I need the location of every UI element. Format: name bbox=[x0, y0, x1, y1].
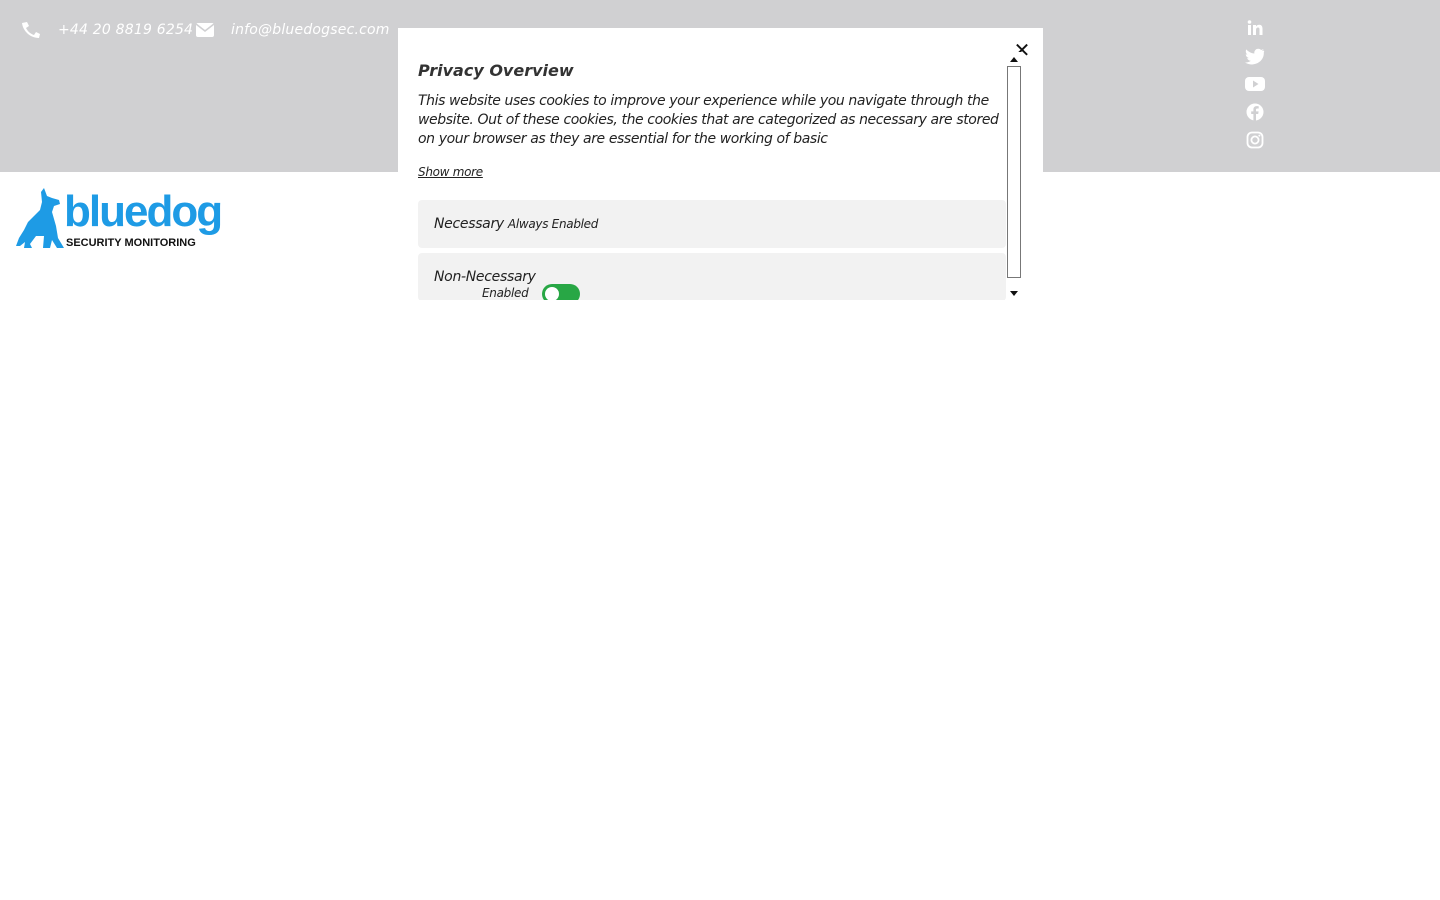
toggle-knob bbox=[545, 287, 559, 300]
dog-icon bbox=[16, 188, 64, 248]
privacy-overview-modal: ✕ Privacy Overview This website uses coo… bbox=[398, 28, 1043, 300]
non-necessary-toggle[interactable] bbox=[542, 284, 580, 300]
phone-icon bbox=[20, 21, 42, 39]
modal-scrollbar[interactable] bbox=[1006, 52, 1022, 300]
cookie-section-necessary[interactable]: Necessary Always Enabled bbox=[418, 200, 1006, 248]
contact-email[interactable]: info@bluedogsec.com bbox=[195, 20, 390, 40]
linkedin-icon[interactable] bbox=[1244, 17, 1266, 39]
scrollbar-thumb[interactable] bbox=[1007, 66, 1021, 278]
twitter-icon[interactable] bbox=[1244, 45, 1266, 67]
youtube-icon[interactable] bbox=[1244, 73, 1266, 95]
logo-tagline: SECURITY MONITORING bbox=[66, 237, 196, 249]
always-enabled-label: Always Enabled bbox=[507, 217, 599, 231]
cookie-section-non-necessary[interactable]: Non-Necessary Enabled bbox=[418, 253, 1006, 300]
scroll-down-arrow-icon[interactable] bbox=[1006, 286, 1022, 300]
envelope-icon bbox=[195, 22, 215, 38]
scroll-up-arrow-icon[interactable] bbox=[1006, 52, 1022, 66]
modal-title: Privacy Overview bbox=[418, 61, 574, 80]
logo-wordmark: bluedog bbox=[64, 187, 223, 236]
necessary-label: Necessary bbox=[434, 216, 504, 232]
contact-phone[interactable]: +44 20 8819 6254 bbox=[20, 20, 193, 40]
phone-number[interactable]: +44 20 8819 6254 bbox=[58, 22, 193, 38]
modal-description: This website uses cookies to improve you… bbox=[418, 93, 999, 147]
non-necessary-label[interactable]: Non-Necessary bbox=[434, 269, 536, 285]
modal-content: Privacy Overview This website uses cooki… bbox=[418, 28, 1006, 300]
bluedog-logo[interactable]: bluedog SECURITY MONITORING bbox=[16, 186, 236, 254]
enabled-label: Enabled bbox=[482, 286, 529, 300]
facebook-icon[interactable] bbox=[1244, 101, 1266, 123]
email-address[interactable]: info@bluedogsec.com bbox=[231, 22, 390, 38]
section-title-necessary[interactable]: Necessary Always Enabled bbox=[434, 216, 598, 232]
show-more-link[interactable]: Show more bbox=[418, 165, 483, 179]
instagram-icon[interactable] bbox=[1244, 129, 1266, 151]
